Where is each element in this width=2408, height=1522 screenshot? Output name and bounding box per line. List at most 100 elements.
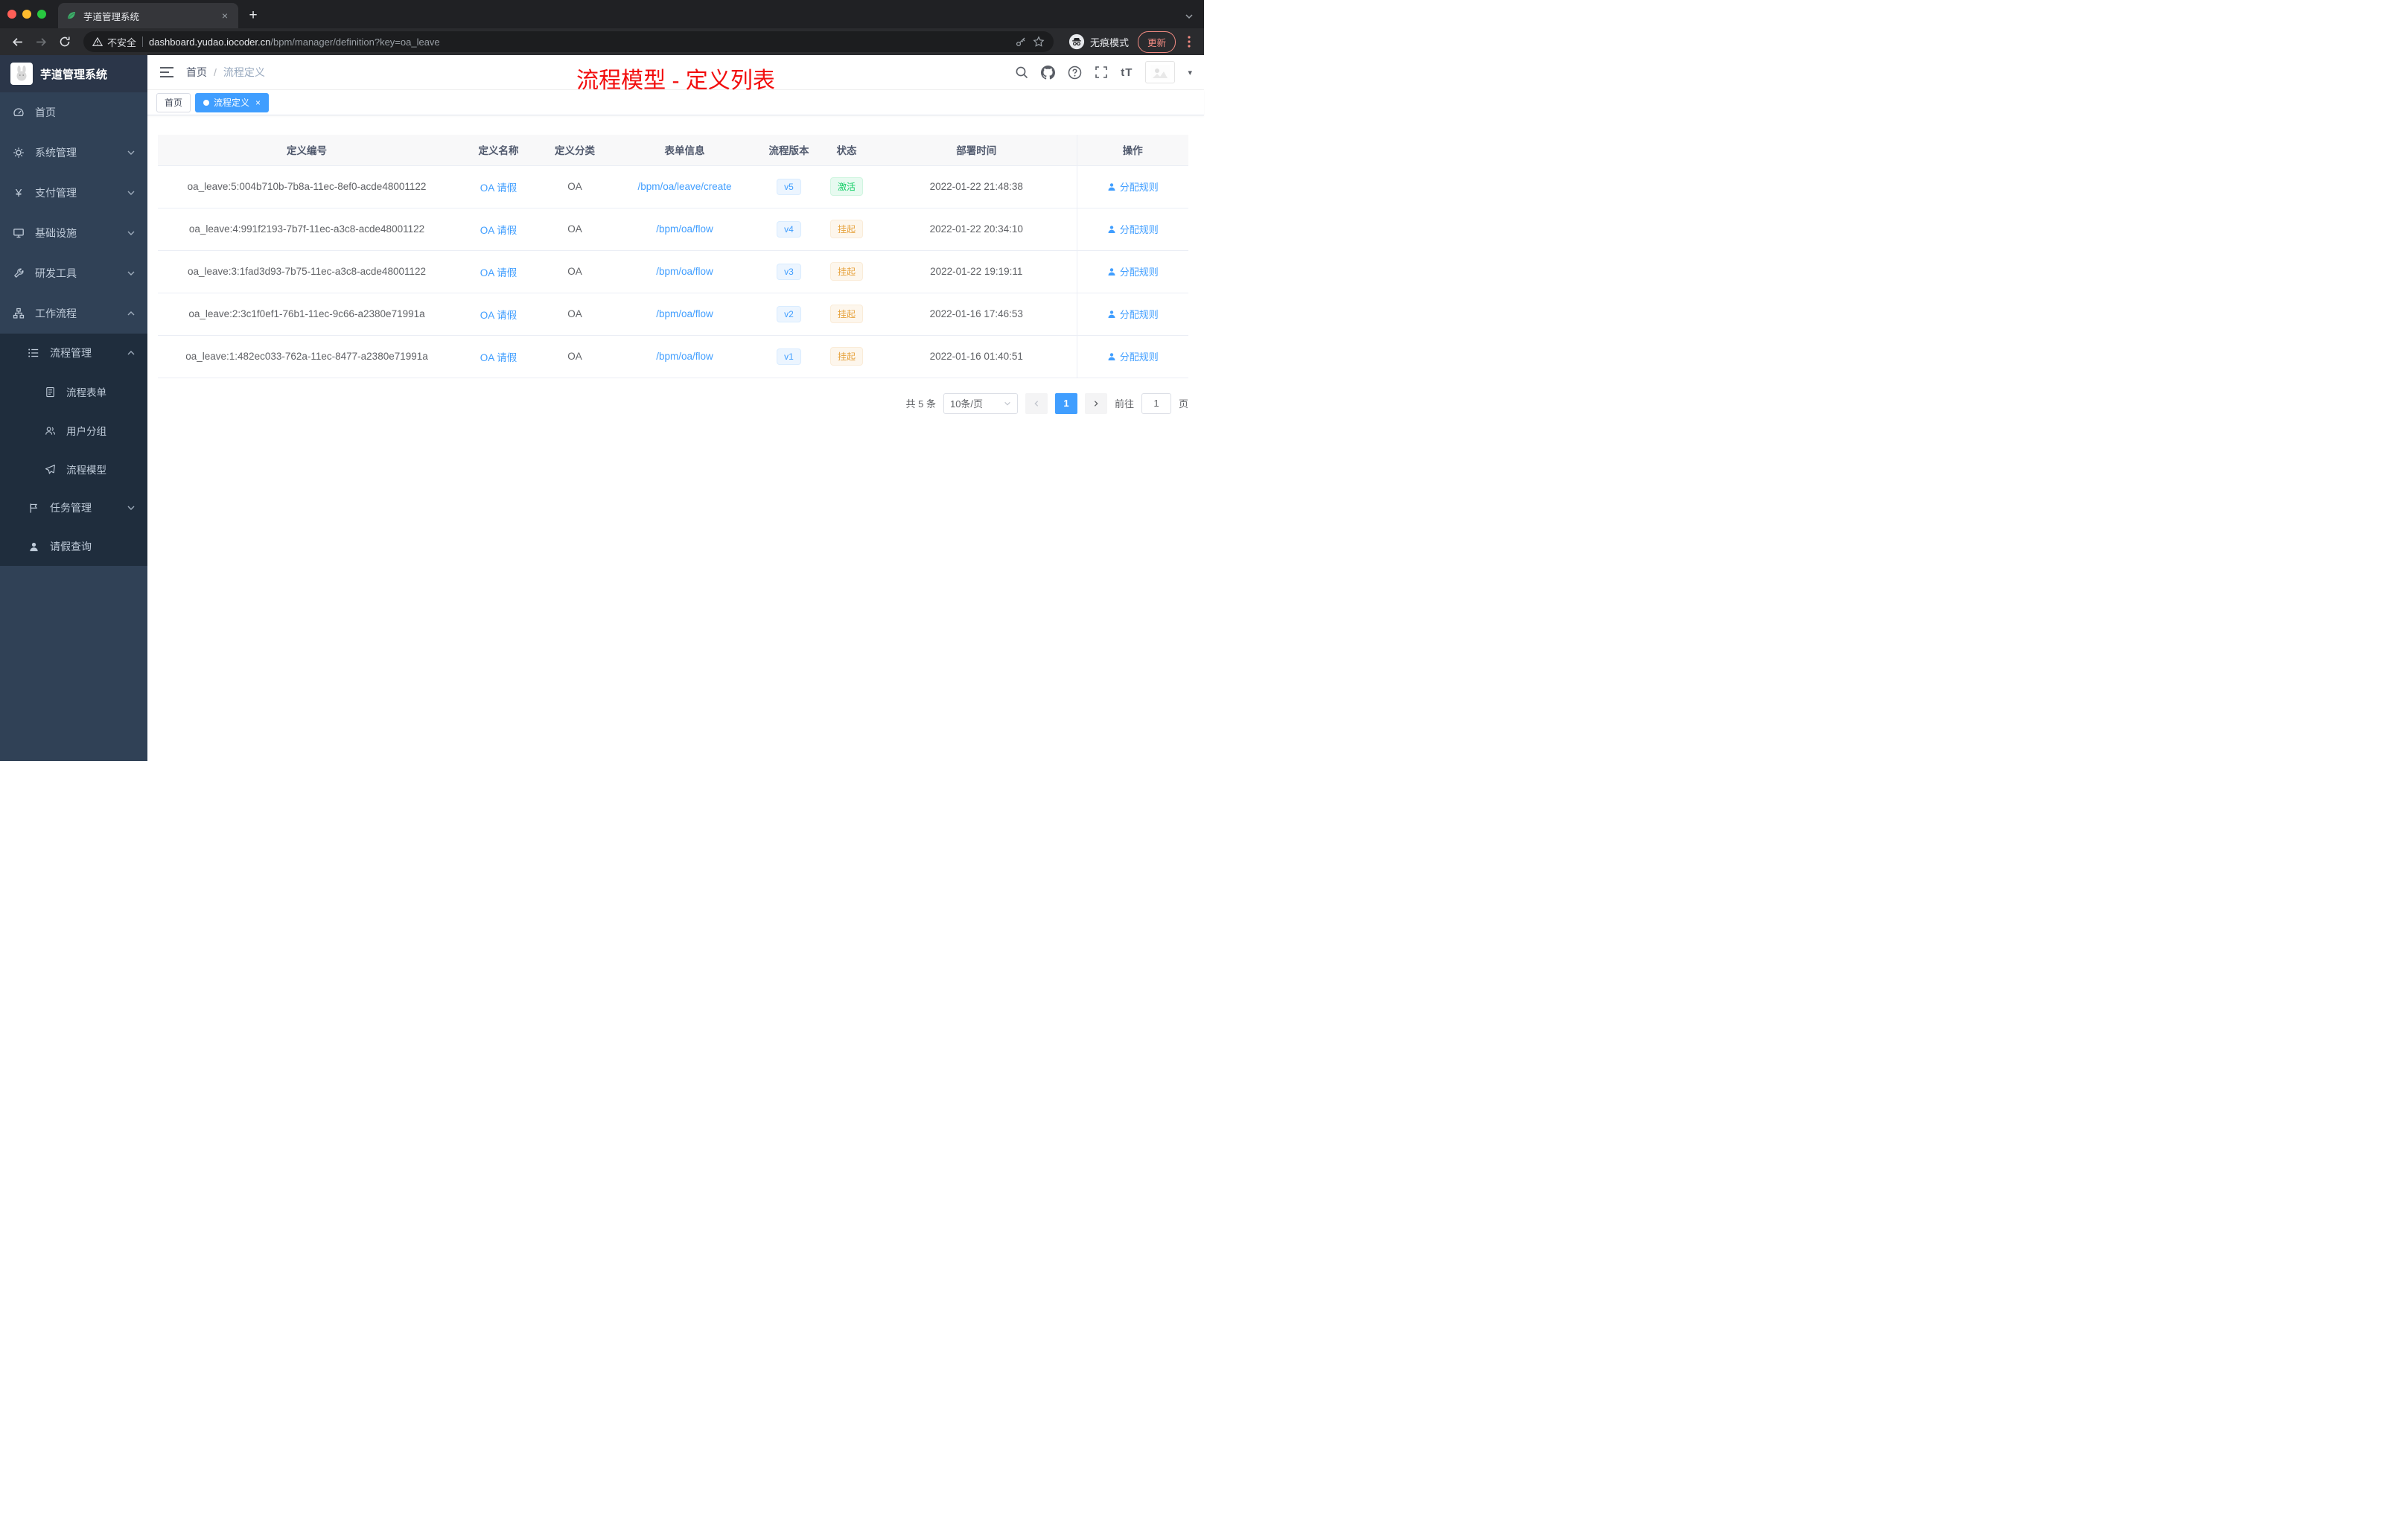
password-key-icon[interactable] [1015, 36, 1027, 48]
tab-close-icon[interactable]: × [219, 10, 231, 22]
sidebar-item-task-mgmt[interactable]: 任务管理 [0, 488, 147, 527]
hamburger-icon[interactable] [159, 66, 174, 79]
tab-search-chevron-icon[interactable] [1185, 12, 1194, 21]
form-info-link[interactable]: /bpm/oa/flow [656, 351, 713, 362]
definition-name-link[interactable]: OA 请假 [480, 352, 517, 363]
definition-name-link[interactable]: OA 请假 [480, 182, 517, 194]
col-definition-category: 定义分类 [541, 135, 608, 166]
prev-page-button[interactable] [1025, 392, 1048, 414]
cell-deploy-time: 2022-01-16 01:40:51 [876, 335, 1077, 378]
page-size-select[interactable]: 10条/页 [943, 392, 1018, 414]
goto-page-input[interactable] [1141, 392, 1171, 414]
navbar-tools: tT ▾ [1015, 61, 1192, 83]
sidebar-item-label: 支付管理 [35, 187, 77, 199]
sidebar-item-process-form[interactable]: 流程表单 [0, 372, 147, 411]
assign-rule-link[interactable]: 分配规则 [1107, 264, 1159, 278]
assign-rule-label: 分配规则 [1119, 267, 1159, 278]
form-info-link[interactable]: /bpm/oa/leave/create [637, 181, 731, 192]
forward-button[interactable] [30, 31, 52, 53]
breadcrumb-separator: / [214, 66, 217, 78]
tab-favicon-leaf-icon [66, 10, 77, 22]
active-tag-dot [203, 99, 210, 106]
assign-rule-link[interactable]: 分配规则 [1107, 222, 1159, 236]
tag-process-definition[interactable]: 流程定义 × [195, 92, 270, 112]
sidebar-item-user-group[interactable]: 用户分组 [0, 411, 147, 450]
bookmark-star-icon[interactable] [1033, 36, 1045, 48]
tag-label: 流程定义 [214, 98, 250, 108]
help-icon[interactable] [1068, 66, 1082, 80]
new-tab-button[interactable]: + [243, 5, 264, 26]
cell-definition-id: oa_leave:4:991f2193-7b7f-11ec-a3c8-acde4… [158, 208, 456, 251]
content-area: 定义编号 定义名称 定义分类 表单信息 流程版本 状态 部署时间 操作 oa_l [147, 115, 1204, 761]
sidebar-item-dev-tools[interactable]: 研发工具 [0, 253, 147, 293]
definition-name-link[interactable]: OA 请假 [480, 310, 517, 321]
sidebar-item-leave-query[interactable]: 请假查询 [0, 527, 147, 566]
page-number-button[interactable]: 1 [1054, 392, 1077, 414]
chevron-down-icon [127, 229, 136, 238]
wrench-icon [12, 267, 25, 279]
form-info-link[interactable]: /bpm/oa/flow [656, 308, 713, 319]
address-bar[interactable]: 不安全 dashboard.yudao.iocoder.cn/bpm/manag… [83, 31, 1054, 52]
tag-close-icon[interactable]: × [255, 98, 261, 108]
yen-icon: ¥ [15, 186, 22, 200]
monitor-icon [12, 227, 25, 239]
sidebar-item-home[interactable]: 首页 [0, 92, 147, 133]
back-button[interactable] [6, 31, 28, 53]
refresh-button[interactable] [54, 31, 76, 53]
url-host: dashboard.yudao.iocoder.cn [149, 36, 271, 48]
assign-rule-label: 分配规则 [1119, 224, 1159, 235]
sidebar-item-workflow[interactable]: 工作流程 [0, 293, 147, 334]
tag-home[interactable]: 首页 [156, 92, 191, 112]
status-badge: 激活 [829, 177, 863, 196]
sidebar-item-process-model[interactable]: 流程模型 [0, 450, 147, 488]
form-info-link[interactable]: /bpm/oa/flow [656, 266, 713, 277]
sidebar-item-label: 基础设施 [35, 227, 77, 239]
cell-definition-id: oa_leave:2:3c1f0ef1-76b1-11ec-9c66-a2380… [158, 293, 456, 336]
status-badge: 挂起 [829, 220, 863, 238]
zoom-window-button[interactable] [37, 10, 46, 19]
sidebar-item-process-mgmt[interactable]: 流程管理 [0, 334, 147, 372]
chevron-down-icon [127, 269, 136, 278]
cell-definition-id: oa_leave:3:1fad3d93-7b75-11ec-a3c8-acde4… [158, 250, 456, 293]
assign-rule-link[interactable]: 分配规则 [1107, 349, 1159, 363]
caret-down-icon[interactable]: ▾ [1188, 68, 1192, 77]
sidebar-item-infrastructure[interactable]: 基础设施 [0, 213, 147, 253]
font-size-icon[interactable]: tT [1121, 66, 1133, 79]
sidebar-logo[interactable]: 芋道管理系统 [0, 55, 147, 92]
fullscreen-icon[interactable] [1095, 66, 1108, 79]
user-group-icon [43, 425, 57, 436]
cell-category: OA [541, 335, 608, 378]
avatar[interactable] [1145, 61, 1176, 83]
assign-rule-link[interactable]: 分配规则 [1107, 307, 1159, 321]
table-row: oa_leave:2:3c1f0ef1-76b1-11ec-9c66-a2380… [158, 293, 1188, 336]
security-indicator[interactable]: 不安全 [92, 35, 136, 49]
sidebar-item-system-mgmt[interactable]: 系统管理 [0, 133, 147, 173]
flag-icon [27, 503, 40, 514]
assign-rule-link[interactable]: 分配规则 [1107, 179, 1159, 194]
url-text[interactable]: dashboard.yudao.iocoder.cn/bpm/manager/d… [149, 36, 1009, 48]
browser-tab[interactable]: 芋道管理系统 × [58, 3, 238, 28]
search-icon[interactable] [1015, 66, 1028, 79]
sidebar-item-label: 请假查询 [50, 541, 92, 553]
minimize-window-button[interactable] [22, 10, 31, 19]
col-actions: 操作 [1076, 135, 1188, 166]
github-icon[interactable] [1041, 65, 1056, 80]
next-page-button[interactable] [1084, 392, 1107, 414]
browser-menu-kebab-icon[interactable] [1182, 36, 1197, 48]
cell-deploy-time: 2022-01-22 21:48:38 [876, 165, 1077, 208]
close-window-button[interactable] [7, 10, 16, 19]
col-definition-id: 定义编号 [158, 135, 456, 166]
logo-avatar [10, 63, 33, 85]
person-icon [27, 541, 40, 553]
chevron-up-icon [127, 309, 136, 318]
url-path: /bpm/manager/definition?key=oa_leave [270, 36, 440, 48]
pagination-total: 共 5 条 [905, 398, 936, 410]
form-info-link[interactable]: /bpm/oa/flow [656, 223, 713, 235]
breadcrumb-home[interactable]: 首页 [186, 65, 207, 80]
definition-name-link[interactable]: OA 请假 [480, 267, 517, 278]
definition-name-link[interactable]: OA 请假 [480, 225, 517, 236]
sidebar-item-payment-mgmt[interactable]: ¥ 支付管理 [0, 173, 147, 213]
table-row: oa_leave:1:482ec033-762a-11ec-8477-a2380… [158, 335, 1188, 378]
update-button[interactable]: 更新 [1137, 31, 1176, 53]
definition-table: 定义编号 定义名称 定义分类 表单信息 流程版本 状态 部署时间 操作 oa_l [158, 135, 1188, 378]
